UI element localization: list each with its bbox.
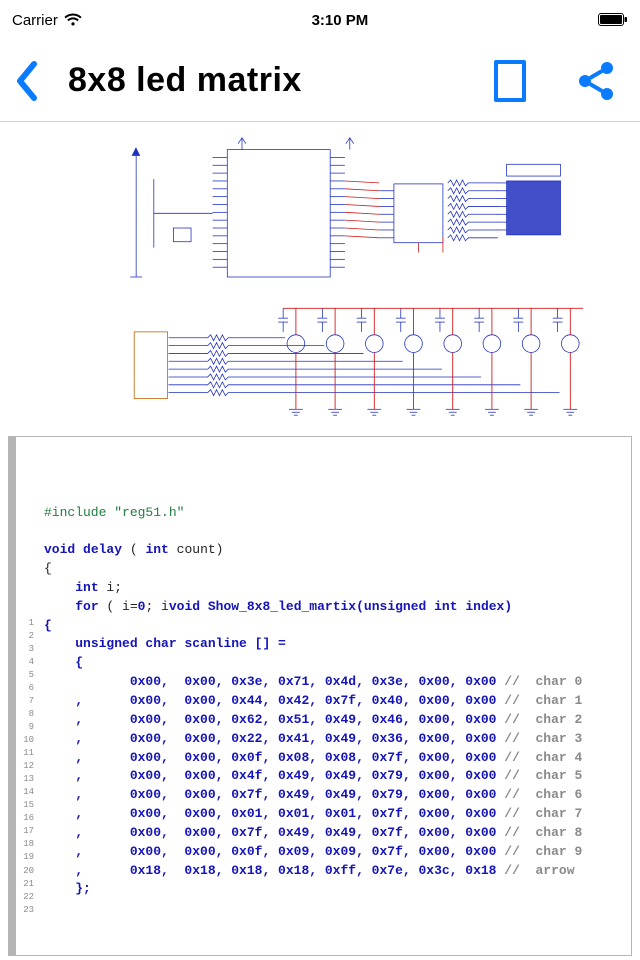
share-icon — [576, 60, 616, 102]
code-gutter: 1 2 3 4 5 6 7 8 9 10 11 12 13 14 15 16 1… — [16, 437, 38, 947]
status-right — [598, 13, 628, 27]
back-button[interactable] — [14, 51, 58, 111]
status-bar: Carrier 3:10 PM — [0, 0, 640, 40]
rectangle-icon — [494, 60, 526, 102]
carrier-label: Carrier — [12, 12, 58, 29]
status-left: Carrier — [12, 12, 82, 29]
bookmark-button[interactable] — [488, 51, 532, 111]
chevron-left-icon — [14, 60, 40, 102]
content-area[interactable]: 1 2 3 4 5 6 7 8 9 10 11 12 13 14 15 16 1… — [0, 122, 640, 960]
nav-bar: 8x8 led matrix — [0, 40, 640, 122]
schematic-image — [0, 122, 640, 432]
wifi-icon — [64, 13, 82, 27]
clock-label: 3:10 PM — [312, 12, 369, 29]
page-title: 8x8 led matrix — [68, 61, 302, 100]
code-text: #include "reg51.h" void delay ( int coun… — [44, 504, 623, 900]
battery-icon — [598, 13, 628, 27]
code-block[interactable]: 1 2 3 4 5 6 7 8 9 10 11 12 13 14 15 16 1… — [8, 436, 632, 956]
share-button[interactable] — [572, 51, 620, 111]
